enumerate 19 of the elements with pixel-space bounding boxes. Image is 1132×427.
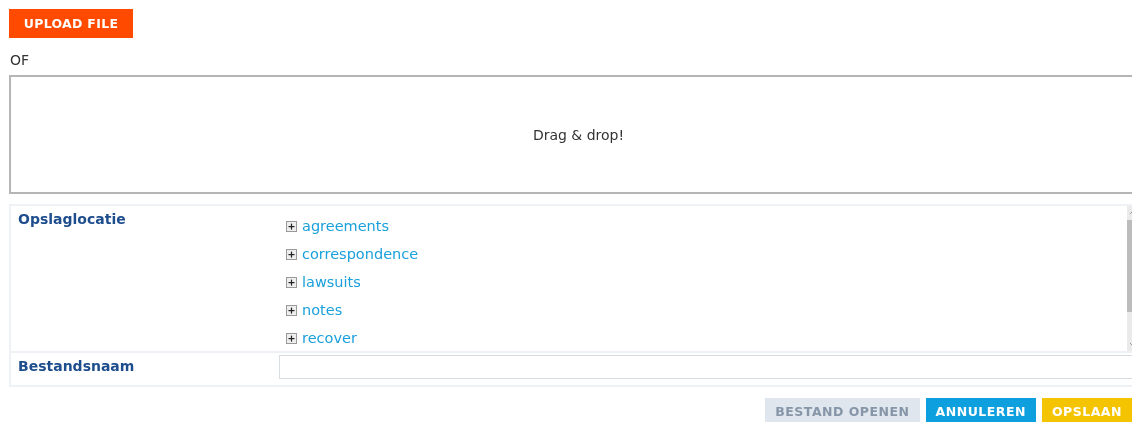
cancel-button[interactable]: ANNULEREN bbox=[925, 398, 1036, 422]
or-label: OF bbox=[10, 52, 31, 70]
folder-link[interactable]: agreements bbox=[302, 218, 390, 234]
folder-link[interactable]: lawsuits bbox=[302, 274, 361, 290]
filename-input[interactable] bbox=[279, 355, 1132, 379]
expand-icon[interactable] bbox=[286, 248, 297, 260]
folder-link[interactable]: recover bbox=[302, 330, 357, 346]
field-label: Opslaglocatie bbox=[17, 210, 127, 229]
field-label: Bestandsnaam bbox=[17, 357, 136, 376]
expand-icon[interactable] bbox=[286, 220, 297, 232]
folder-link[interactable]: notes bbox=[302, 302, 343, 318]
expand-icon[interactable] bbox=[286, 332, 297, 344]
drop-zone-text: Drag & drop! bbox=[532, 126, 625, 143]
expand-icon[interactable] bbox=[286, 304, 297, 316]
expand-icon[interactable] bbox=[286, 276, 297, 288]
upload-file-button[interactable]: UPLOAD FILE bbox=[9, 9, 133, 38]
drop-zone[interactable]: Drag & drop! bbox=[9, 75, 1132, 194]
save-button[interactable]: OPSLAAN bbox=[1041, 398, 1132, 422]
folder-link[interactable]: correspondence bbox=[302, 246, 419, 262]
